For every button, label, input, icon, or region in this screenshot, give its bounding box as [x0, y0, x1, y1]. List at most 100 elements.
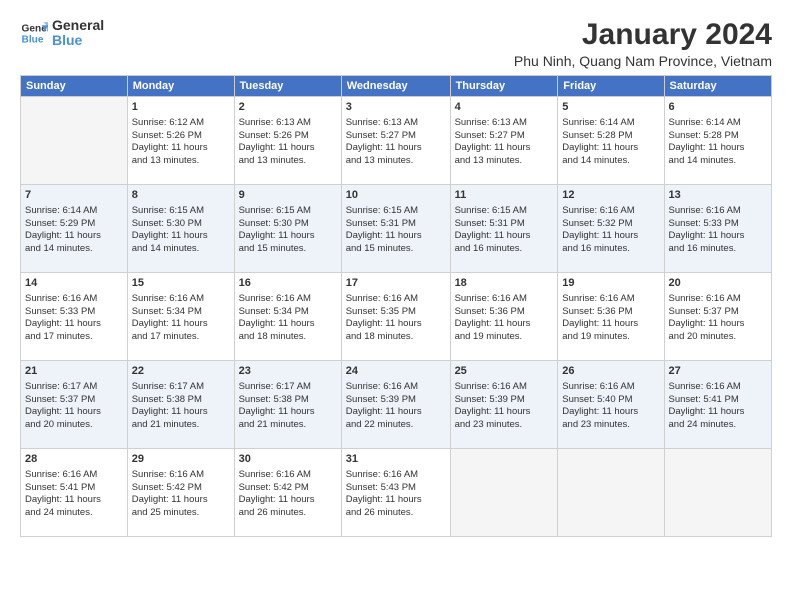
day-info: Daylight: 11 hours: [455, 142, 554, 155]
calendar-cell: 29Sunrise: 6:16 AMSunset: 5:42 PMDayligh…: [127, 449, 234, 537]
day-info: Sunset: 5:36 PM: [455, 306, 554, 319]
sub-title: Phu Ninh, Quang Nam Province, Vietnam: [514, 53, 772, 69]
calendar-cell: 19Sunrise: 6:16 AMSunset: 5:36 PMDayligh…: [558, 273, 664, 361]
day-info: Sunrise: 6:15 AM: [239, 205, 337, 218]
day-number: 15: [132, 276, 230, 291]
day-number: 9: [239, 188, 337, 203]
calendar-cell: 24Sunrise: 6:16 AMSunset: 5:39 PMDayligh…: [341, 361, 450, 449]
calendar-cell: 28Sunrise: 6:16 AMSunset: 5:41 PMDayligh…: [21, 449, 128, 537]
day-info: and 17 minutes.: [132, 331, 230, 344]
day-number: 14: [25, 276, 123, 291]
day-info: Sunset: 5:27 PM: [455, 130, 554, 143]
day-number: 6: [669, 100, 768, 115]
day-info: Sunset: 5:28 PM: [669, 130, 768, 143]
day-info: and 14 minutes.: [25, 243, 123, 256]
day-number: 11: [455, 188, 554, 203]
day-info: Daylight: 11 hours: [239, 142, 337, 155]
day-info: Sunrise: 6:12 AM: [132, 117, 230, 130]
day-info: Sunrise: 6:15 AM: [132, 205, 230, 218]
calendar-cell: 1Sunrise: 6:12 AMSunset: 5:26 PMDaylight…: [127, 97, 234, 185]
calendar-cell: 21Sunrise: 6:17 AMSunset: 5:37 PMDayligh…: [21, 361, 128, 449]
day-info: Sunrise: 6:16 AM: [562, 205, 659, 218]
day-info: Sunset: 5:30 PM: [132, 218, 230, 231]
day-number: 21: [25, 364, 123, 379]
day-info: Daylight: 11 hours: [455, 318, 554, 331]
day-info: and 13 minutes.: [455, 155, 554, 168]
day-info: Sunrise: 6:16 AM: [132, 293, 230, 306]
day-info: Daylight: 11 hours: [669, 230, 768, 243]
day-info: Daylight: 11 hours: [25, 230, 123, 243]
calendar-cell: 4Sunrise: 6:13 AMSunset: 5:27 PMDaylight…: [450, 97, 558, 185]
day-info: and 20 minutes.: [669, 331, 768, 344]
calendar-cell: 27Sunrise: 6:16 AMSunset: 5:41 PMDayligh…: [664, 361, 772, 449]
day-info: and 22 minutes.: [346, 419, 446, 432]
day-info: Daylight: 11 hours: [132, 230, 230, 243]
day-info: Daylight: 11 hours: [562, 406, 659, 419]
day-info: Daylight: 11 hours: [132, 318, 230, 331]
day-info: Daylight: 11 hours: [25, 406, 123, 419]
day-number: 4: [455, 100, 554, 115]
col-saturday: Saturday: [664, 76, 772, 97]
day-info: Daylight: 11 hours: [562, 142, 659, 155]
day-info: Sunset: 5:42 PM: [239, 482, 337, 495]
calendar-week-1: 1Sunrise: 6:12 AMSunset: 5:26 PMDaylight…: [21, 97, 772, 185]
day-info: Sunset: 5:29 PM: [25, 218, 123, 231]
day-info: Daylight: 11 hours: [239, 494, 337, 507]
day-info: and 15 minutes.: [346, 243, 446, 256]
day-info: and 16 minutes.: [562, 243, 659, 256]
day-info: Sunset: 5:31 PM: [346, 218, 446, 231]
header: General Blue General Blue January 2024 P…: [20, 18, 772, 69]
day-info: and 18 minutes.: [346, 331, 446, 344]
day-info: and 13 minutes.: [346, 155, 446, 168]
day-info: and 13 minutes.: [239, 155, 337, 168]
day-number: 7: [25, 188, 123, 203]
day-info: Sunrise: 6:14 AM: [562, 117, 659, 130]
calendar-week-3: 14Sunrise: 6:16 AMSunset: 5:33 PMDayligh…: [21, 273, 772, 361]
calendar-cell: 25Sunrise: 6:16 AMSunset: 5:39 PMDayligh…: [450, 361, 558, 449]
day-info: Sunset: 5:28 PM: [562, 130, 659, 143]
calendar-cell: 6Sunrise: 6:14 AMSunset: 5:28 PMDaylight…: [664, 97, 772, 185]
day-info: and 21 minutes.: [132, 419, 230, 432]
day-info: Sunset: 5:30 PM: [239, 218, 337, 231]
day-info: and 23 minutes.: [455, 419, 554, 432]
day-info: Daylight: 11 hours: [669, 318, 768, 331]
day-info: and 21 minutes.: [239, 419, 337, 432]
title-block: January 2024 Phu Ninh, Quang Nam Provinc…: [514, 18, 772, 69]
day-info: Daylight: 11 hours: [346, 230, 446, 243]
day-info: Sunrise: 6:16 AM: [669, 381, 768, 394]
day-number: 2: [239, 100, 337, 115]
day-info: Sunset: 5:33 PM: [669, 218, 768, 231]
calendar-week-4: 21Sunrise: 6:17 AMSunset: 5:37 PMDayligh…: [21, 361, 772, 449]
header-row: Sunday Monday Tuesday Wednesday Thursday…: [21, 76, 772, 97]
day-number: 16: [239, 276, 337, 291]
day-info: Daylight: 11 hours: [562, 318, 659, 331]
day-info: Sunrise: 6:17 AM: [132, 381, 230, 394]
calendar-cell: 14Sunrise: 6:16 AMSunset: 5:33 PMDayligh…: [21, 273, 128, 361]
day-info: Sunset: 5:27 PM: [346, 130, 446, 143]
day-info: Daylight: 11 hours: [132, 142, 230, 155]
day-info: Sunset: 5:26 PM: [132, 130, 230, 143]
day-info: Sunrise: 6:13 AM: [346, 117, 446, 130]
day-number: 10: [346, 188, 446, 203]
day-info: Sunrise: 6:16 AM: [25, 293, 123, 306]
day-number: 22: [132, 364, 230, 379]
day-number: 3: [346, 100, 446, 115]
day-info: Sunset: 5:39 PM: [455, 394, 554, 407]
day-info: Sunrise: 6:16 AM: [25, 469, 123, 482]
calendar-cell: 12Sunrise: 6:16 AMSunset: 5:32 PMDayligh…: [558, 185, 664, 273]
calendar-header: Sunday Monday Tuesday Wednesday Thursday…: [21, 76, 772, 97]
day-info: and 24 minutes.: [25, 507, 123, 520]
calendar-cell: 3Sunrise: 6:13 AMSunset: 5:27 PMDaylight…: [341, 97, 450, 185]
day-info: and 26 minutes.: [346, 507, 446, 520]
day-info: Daylight: 11 hours: [25, 494, 123, 507]
day-number: 29: [132, 452, 230, 467]
day-info: Sunset: 5:43 PM: [346, 482, 446, 495]
day-info: Sunset: 5:42 PM: [132, 482, 230, 495]
day-info: Sunset: 5:37 PM: [25, 394, 123, 407]
day-info: Sunrise: 6:14 AM: [669, 117, 768, 130]
day-info: Sunset: 5:33 PM: [25, 306, 123, 319]
day-info: Daylight: 11 hours: [562, 230, 659, 243]
day-info: and 25 minutes.: [132, 507, 230, 520]
calendar-cell: 31Sunrise: 6:16 AMSunset: 5:43 PMDayligh…: [341, 449, 450, 537]
day-info: Daylight: 11 hours: [346, 406, 446, 419]
